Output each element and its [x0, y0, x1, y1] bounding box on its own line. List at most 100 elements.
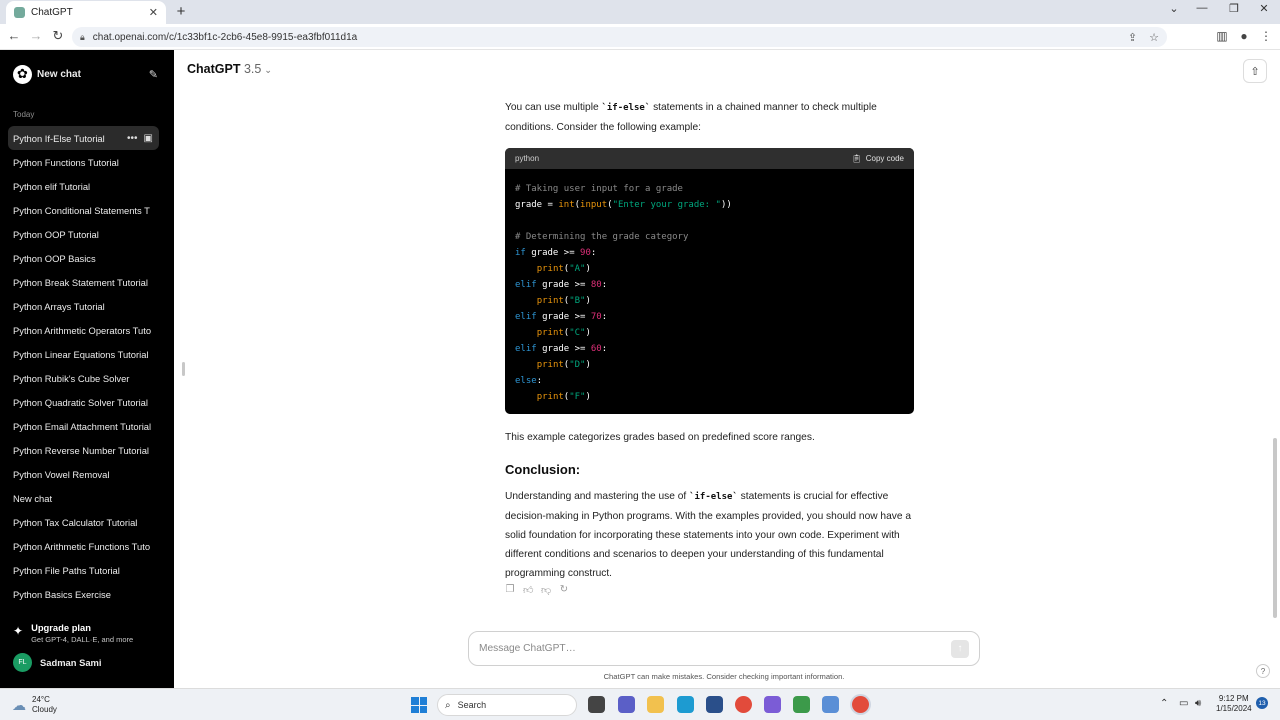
code-token: "D" [569, 360, 586, 370]
profile-icon[interactable]: ● [1236, 29, 1252, 43]
temperature: 24°C [32, 695, 50, 704]
compose-icon[interactable]: ✎ [149, 68, 158, 81]
upgrade-plan-button[interactable]: ✦ Upgrade plan Get GPT-4, DALL·E, and mo… [13, 622, 163, 644]
sidebar-item[interactable]: Python Quadratic Solver Tutorial [8, 390, 159, 414]
url-omnibox[interactable]: 🔒︎ chat.openai.com/c/1c33bf1c-2cb6-45e8-… [72, 27, 1167, 47]
bookmark-star-icon[interactable]: ☆ [1149, 31, 1159, 44]
sidebar-item-label: Python Basics Exercise [13, 588, 111, 600]
code-line: print("D") [515, 357, 904, 373]
remote-desktop-app-icon[interactable] [822, 696, 839, 713]
sidebar-item[interactable]: Python Email Attachment Tutorial [8, 414, 159, 438]
browser-menu-icon[interactable]: ⋮ [1258, 29, 1274, 43]
tab-search-chevron-icon[interactable]: ⌄ [1164, 2, 1184, 15]
sidebar-item[interactable]: Python OOP Basics [8, 246, 159, 270]
code-token: print [536, 360, 564, 370]
sidebar-item[interactable]: Python Vowel Removal [8, 462, 159, 486]
sidebar-item[interactable]: Python OOP Tutorial [8, 222, 159, 246]
forward-arrow-icon[interactable]: → [28, 28, 44, 43]
chatgpt-favicon-icon [14, 7, 25, 18]
code-token: ) [585, 264, 591, 274]
sidebar-item[interactable]: Python Rubik's Cube Solver [8, 366, 159, 390]
weather-widget[interactable]: ☁ 24°C Cloudy [12, 695, 57, 715]
edge-browser-app-icon[interactable] [677, 696, 694, 713]
code-token: : [590, 248, 597, 258]
volume-icon[interactable]: 🔊︎ [1195, 698, 1201, 709]
code-token: 70 [590, 312, 602, 322]
system-clock[interactable]: 9:12 PM 1/15/2024 [1216, 694, 1252, 714]
sidebar-item[interactable]: Python Conditional Statements T [8, 198, 159, 222]
sidebar-item[interactable]: Python File Paths Tutorial [8, 558, 159, 582]
help-button[interactable]: ? [1256, 664, 1270, 678]
code-block: python 📋︎ Copy code # Taking user input … [505, 148, 914, 414]
network-icon[interactable]: ▭ [1179, 698, 1188, 709]
back-arrow-icon[interactable]: ← [6, 28, 22, 43]
site-info-icon[interactable]: 🔒︎ [80, 32, 85, 43]
sidebar-item[interactable]: Python elif Tutorial [8, 174, 159, 198]
code-line: if grade >= 90: [515, 245, 904, 261]
sidebar-collapse-handle[interactable] [182, 362, 185, 376]
more-options-icon[interactable]: ••• [127, 133, 138, 144]
teams-chat-app-icon[interactable] [618, 696, 635, 713]
user-menu-button[interactable]: FL Sadman Sami [13, 653, 101, 672]
code-token: ) [585, 296, 591, 306]
sidebar-item[interactable]: Python Tax Calculator Tutorial [8, 510, 159, 534]
reload-icon[interactable]: ↻ [50, 28, 66, 44]
sidebar-item[interactable]: Python Arrays Tutorial [8, 294, 159, 318]
sidebar-item[interactable]: Python Linear Equations Tutorial [8, 342, 159, 366]
copy-icon[interactable]: ❐ [505, 584, 515, 596]
code-line: elif grade >= 80: [515, 277, 904, 293]
share-page-icon[interactable]: ⇪ [1128, 31, 1137, 44]
copy-code-button[interactable]: 📋︎ Copy code [852, 154, 904, 163]
new-chat-button[interactable]: ✿ New chat ✎ [8, 62, 158, 86]
openai-logo-icon: ✿ [13, 64, 32, 84]
sidebar-item[interactable]: Python If-Else Tutorial ••• ▣ [8, 126, 159, 150]
search-icon: ⌕ [445, 699, 451, 711]
windows-taskbar: ☁ 24°C Cloudy ⌕ Search ⌃ ▭ 🔊︎ 9:12 PM 1/… [0, 688, 1280, 720]
windows-start-icon[interactable] [411, 697, 427, 713]
sidebar-item[interactable]: Python Functions Tutorial [8, 150, 159, 174]
conclusion-heading: Conclusion: [505, 462, 581, 477]
code-token: elif [515, 344, 537, 354]
share-chat-button[interactable]: ⇧ [1243, 59, 1267, 83]
code-token: print [536, 264, 564, 274]
conclusion-text-after: statements is crucial for effective deci… [505, 491, 912, 579]
sidebar-item[interactable]: Python Break Statement Tutorial [8, 270, 159, 294]
store-app-icon[interactable] [706, 696, 723, 713]
code-language: python [515, 154, 540, 163]
tray-chevron-up-icon[interactable]: ⌃ [1160, 698, 1168, 709]
sheets-app-icon[interactable] [793, 696, 810, 713]
message-input[interactable] [479, 643, 951, 654]
thumbs-up-icon[interactable]: 👍︎ [523, 584, 533, 596]
sidebar-item[interactable]: Python Basics Exercise [8, 582, 159, 606]
sidebar-item[interactable]: Python Reverse Number Tutorial [8, 438, 159, 462]
message-actions: ❐ 👍︎ 👎︎ ↻ [505, 584, 569, 596]
model-selector[interactable]: ChatGPT 3.5 ⌄ [187, 62, 272, 76]
side-panel-icon[interactable]: ▥ [1214, 29, 1230, 43]
regenerate-icon[interactable]: ↻ [559, 584, 569, 596]
code-token: "F" [569, 392, 586, 402]
archive-icon[interactable]: ▣ [144, 133, 153, 144]
file-explorer-app-icon[interactable] [588, 696, 605, 713]
after-code-paragraph: This example categorizes grades based on… [505, 432, 815, 443]
notification-badge[interactable]: 13 [1256, 697, 1268, 709]
sidebar-item[interactable]: New chat [8, 486, 159, 510]
restore-window-icon[interactable]: ❐ [1224, 2, 1244, 15]
scrollbar-thumb[interactable] [1273, 438, 1277, 618]
chrome-app-icon[interactable] [735, 696, 752, 713]
chrome-active-app-icon[interactable] [852, 696, 869, 713]
sidebar-item-label: Python Arrays Tutorial [13, 300, 105, 312]
taskbar-search[interactable]: ⌕ Search [437, 694, 577, 716]
vpn-app-icon[interactable] [764, 696, 781, 713]
sidebar-item[interactable]: Python Arithmetic Operators Tuto [8, 318, 159, 342]
send-button[interactable]: ↑ [951, 639, 969, 658]
sidebar-item[interactable]: Python Arithmetic Functions Tuto [8, 534, 159, 558]
close-window-icon[interactable]: ✕ [1254, 2, 1274, 15]
browser-tab-chatgpt[interactable]: ChatGPT ✕ [6, 1, 166, 24]
tab-close-icon[interactable]: ✕ [149, 6, 158, 19]
sidebar-item-label: Python Quadratic Solver Tutorial [13, 396, 148, 408]
folder-app-icon[interactable] [647, 696, 664, 713]
minimize-window-icon[interactable]: — [1192, 2, 1212, 14]
new-tab-button[interactable]: + [172, 2, 190, 20]
thumbs-down-icon[interactable]: 👎︎ [541, 584, 551, 596]
